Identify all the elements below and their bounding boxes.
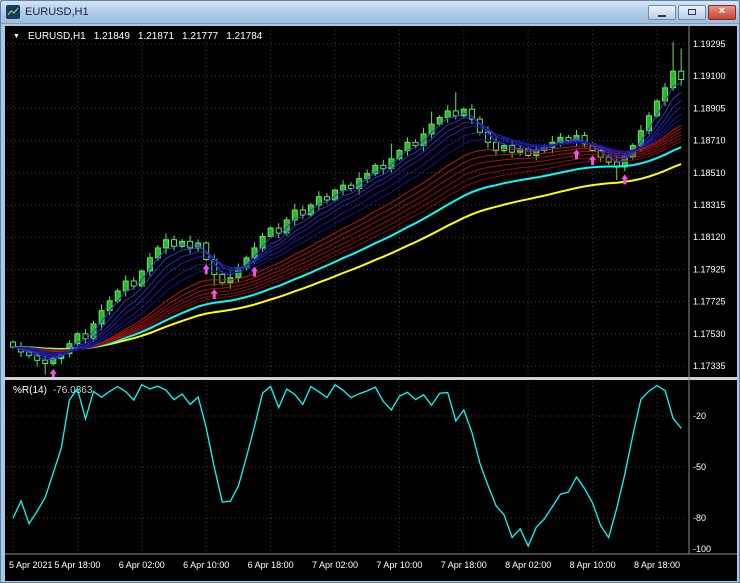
wpr-line <box>13 385 681 546</box>
svg-text:1.18315: 1.18315 <box>693 200 726 210</box>
svg-text:5 Apr 2021: 5 Apr 2021 <box>9 560 53 570</box>
symbol-dropdown-icon[interactable]: ▼ <box>13 33 20 40</box>
wpr-indicator-layer <box>7 385 687 546</box>
window-titlebar[interactable]: EURUSD,H1 × <box>1 1 739 24</box>
svg-text:-100: -100 <box>693 544 711 554</box>
slow-ema-ribbon <box>13 125 681 351</box>
cyan-ma <box>13 147 681 350</box>
window-controls: × <box>648 5 736 20</box>
svg-text:7 Apr 18:00: 7 Apr 18:00 <box>441 560 487 570</box>
close-icon: × <box>719 6 725 17</box>
fast-ema-ribbon <box>13 83 681 360</box>
svg-text:1.17335: 1.17335 <box>693 361 726 371</box>
svg-text:1.19295: 1.19295 <box>693 39 726 49</box>
svg-text:1.17925: 1.17925 <box>693 264 726 274</box>
candles-layer <box>11 42 684 375</box>
price-scale[interactable]: 1.19295 1.19100 1.18905 1.18710 1.18510 1.183… <box>693 39 726 554</box>
svg-text:1.18120: 1.18120 <box>693 232 726 242</box>
fast-ema-ribbon <box>13 107 681 355</box>
window-title: EURUSD,H1 <box>25 6 89 18</box>
svg-text:-50: -50 <box>693 462 706 472</box>
panel-splitter[interactable] <box>5 377 737 380</box>
fast-ema-ribbon <box>13 100 681 356</box>
buy-arrow-signals <box>50 149 629 379</box>
svg-text:-20: -20 <box>693 411 706 421</box>
svg-text:1.19100: 1.19100 <box>693 71 726 81</box>
buy-arrow <box>573 149 580 159</box>
svg-text:1.17530: 1.17530 <box>693 329 726 339</box>
minimize-icon <box>658 15 666 17</box>
svg-text:1.18510: 1.18510 <box>693 168 726 178</box>
svg-text:6 Apr 02:00: 6 Apr 02:00 <box>119 560 165 570</box>
chart-client-area: 1.19295 1.19100 1.18905 1.18710 1.18510 1.183… <box>5 26 737 581</box>
buy-arrow <box>589 155 596 165</box>
restore-icon <box>688 9 696 15</box>
svg-text:7 Apr 02:00: 7 Apr 02:00 <box>312 560 358 570</box>
svg-text:8 Apr 18:00: 8 Apr 18:00 <box>634 560 680 570</box>
svg-text:7 Apr 10:00: 7 Apr 10:00 <box>376 560 422 570</box>
chart-canvas[interactable]: 1.19295 1.19100 1.18905 1.18710 1.18510 1.183… <box>5 26 737 581</box>
restore-button[interactable] <box>678 5 706 20</box>
buy-arrow <box>211 289 218 299</box>
slow-ema-ribbon <box>13 138 681 350</box>
svg-text:1.18710: 1.18710 <box>693 136 726 146</box>
svg-text:1.18905: 1.18905 <box>693 103 726 113</box>
panel-separators <box>5 26 737 554</box>
time-scale[interactable]: 5 Apr 20215 Apr 18:00 6 Apr 02:00 6 Apr 10… <box>9 560 680 570</box>
svg-text:8 Apr 10:00: 8 Apr 10:00 <box>570 560 616 570</box>
svg-text:-80: -80 <box>693 513 706 523</box>
slow-ema-ribbon <box>13 135 681 351</box>
svg-text:1.17725: 1.17725 <box>693 297 726 307</box>
fast-ema-ribbon <box>13 119 681 353</box>
svg-text:8 Apr 02:00: 8 Apr 02:00 <box>505 560 551 570</box>
buy-arrow <box>203 264 210 274</box>
grid-layer <box>7 30 687 554</box>
close-button[interactable]: × <box>708 5 736 20</box>
fast-ema-ribbon <box>13 114 681 354</box>
application-window: EURUSD,H1 × 1.19295 1.19100 1.18905 1.18710… <box>0 0 740 583</box>
svg-text:6 Apr 10:00: 6 Apr 10:00 <box>183 560 229 570</box>
window-chart-icon <box>6 5 20 19</box>
minimize-button[interactable] <box>648 5 676 20</box>
svg-text:5 Apr 18:00: 5 Apr 18:00 <box>54 560 100 570</box>
fast-ema-ribbon <box>13 92 681 357</box>
svg-text:6 Apr 18:00: 6 Apr 18:00 <box>248 560 294 570</box>
